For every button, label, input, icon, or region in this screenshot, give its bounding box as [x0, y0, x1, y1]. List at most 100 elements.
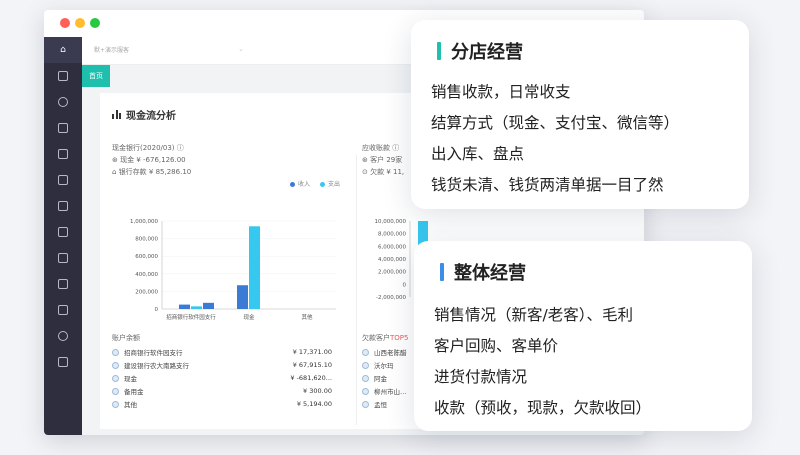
- x-tick-label: 现金: [243, 313, 255, 321]
- window-controls: [60, 18, 100, 28]
- sidebar-item-home[interactable]: ⌂: [44, 37, 82, 63]
- card-branch-line: 销售收款，日常收支: [431, 83, 571, 101]
- minimize-dot[interactable]: [75, 18, 85, 28]
- account-row[interactable]: 其他 ¥ 5,194.00: [112, 399, 332, 409]
- sidebar-item-store[interactable]: [44, 141, 82, 167]
- card-overall-line: 进货付款情况: [434, 368, 528, 386]
- y-tick-label: 2,000,000: [378, 270, 406, 276]
- help-icon[interactable]: ⓘ: [392, 144, 399, 152]
- debt-top-badge: TOP5: [390, 334, 409, 342]
- card-overall-title: 整体经营: [440, 259, 526, 285]
- printer-icon: [58, 227, 68, 237]
- account-name: 招商银行软件园支行: [124, 349, 183, 357]
- sidebar-item-stats[interactable]: [44, 89, 82, 115]
- sidebar-item-bag[interactable]: [44, 115, 82, 141]
- customer-icon: [362, 400, 369, 408]
- bank-icon: [112, 361, 119, 369]
- card-branch-title-text: 分店经营: [451, 42, 523, 63]
- gift-icon: [58, 71, 68, 81]
- debtor-name: 阿金: [374, 375, 387, 383]
- panel-title-text: 现金流分析: [126, 111, 176, 122]
- account-name: 备用金: [124, 388, 144, 396]
- card-branch-line: 钱货未清、钱货两清单据一目了然: [431, 176, 664, 194]
- debt-amount: 欠款 ¥ 11,: [370, 168, 405, 176]
- account-name: 其他: [124, 401, 137, 409]
- id-card-icon: [58, 305, 68, 315]
- legend-income-label: 收入: [298, 181, 311, 188]
- tab-home[interactable]: 首页: [82, 65, 110, 87]
- sidebar-item-settings[interactable]: [44, 323, 82, 349]
- debt-title: 欠款客户TOP5: [362, 333, 408, 343]
- accounts-title: 账户余额: [112, 334, 140, 342]
- bar-chart-icon: [112, 110, 121, 119]
- y-tick-label: 4,000,000: [378, 257, 406, 263]
- sidebar-item-id[interactable]: [44, 297, 82, 323]
- receivable-heading: 应收账款 ⓘ: [362, 143, 399, 153]
- debt-row: ⊙ 欠款 ¥ 11,: [362, 167, 404, 177]
- sidebar-item-doc[interactable]: [44, 193, 82, 219]
- bank-row: ⌂ 银行存款 ¥ 85,286.10: [112, 167, 191, 177]
- account-row[interactable]: 建设银行农大南路支行 ¥ 67,915.10: [112, 360, 332, 370]
- account-amount: ¥ 300.00: [303, 387, 332, 395]
- receivable-heading-text: 应收账款: [362, 144, 390, 152]
- account-amount: ¥ 17,371.00: [292, 348, 332, 356]
- y-tick-label: -2,000,000: [376, 295, 406, 301]
- customer-icon: [362, 387, 369, 395]
- cash-label: 现金: [120, 156, 135, 164]
- card-overall-line: 销售情况（新客/老客）、毛利: [434, 306, 633, 324]
- account-row[interactable]: 备用金 ¥ 300.00: [112, 386, 332, 396]
- store-select[interactable]: 默+演示服客 ⌄: [94, 45, 244, 59]
- report-icon: [58, 357, 68, 367]
- chart-icon: [58, 97, 68, 107]
- sidebar-item-clipboard[interactable]: [44, 271, 82, 297]
- cash-heading: 现金银行(2020/03) ⓘ: [112, 143, 184, 153]
- cash-heading-text: 现金银行(2020/03): [112, 144, 175, 152]
- legend-expense: 支出: [320, 179, 340, 188]
- panel-divider: [356, 155, 357, 425]
- help-icon[interactable]: ⓘ: [177, 144, 184, 152]
- sidebar-item-lock[interactable]: [44, 167, 82, 193]
- debt-title-text: 欠款客户: [362, 334, 390, 342]
- sidebar-item-book[interactable]: [44, 245, 82, 271]
- customer-count: 客户 29家: [370, 156, 403, 164]
- bank-icon: [112, 374, 119, 382]
- debtor-name: 孟恒: [374, 401, 387, 409]
- bank-icon: ⌂: [112, 168, 117, 176]
- account-row[interactable]: 现金 ¥ -681,620...: [112, 373, 332, 383]
- bag-icon: [58, 123, 68, 133]
- card-overall: 整体经营 销售情况（新客/老客）、毛利 客户回购、客单价 进货付款情况 收款（预…: [414, 241, 752, 431]
- y-tick-label: 6,000,000: [378, 244, 406, 250]
- y-tick-label: 8,000,000: [378, 232, 406, 238]
- chart-legend: 收入 支出: [290, 179, 340, 188]
- customer-icon: [362, 374, 369, 382]
- legend-income: 收入: [290, 179, 310, 188]
- card-overall-title-text: 整体经营: [454, 263, 526, 284]
- y-tick-label: 0: [155, 307, 159, 313]
- store-select-value: 默+演示服客: [94, 47, 130, 54]
- account-row[interactable]: 招商银行软件园支行 ¥ 17,371.00: [112, 347, 332, 357]
- card-branch: 分店经营 销售收款，日常收支 结算方式（现金、支付宝、微信等） 出入库、盘点 钱…: [411, 20, 749, 209]
- bar-income: [237, 285, 248, 309]
- bar-expense: [249, 226, 260, 309]
- sidebar-item-print[interactable]: [44, 219, 82, 245]
- debt-icon: ⊙: [362, 168, 368, 176]
- accent-bar: [440, 263, 444, 281]
- panel-title: 现金流分析: [112, 107, 176, 122]
- lock-icon: [58, 175, 68, 185]
- store-icon: [58, 149, 68, 159]
- sidebar-item-gift[interactable]: [44, 63, 82, 89]
- bank-icon: [112, 400, 119, 408]
- document-icon: [58, 201, 68, 211]
- maximize-dot[interactable]: [90, 18, 100, 28]
- card-overall-line: 收款（预收，现款，欠款收回）: [434, 399, 652, 417]
- bank-icon: [112, 348, 119, 356]
- sidebar: ⌂: [44, 37, 82, 435]
- sidebar-item-report[interactable]: [44, 349, 82, 375]
- y-tick-label: 1,000,000: [130, 219, 158, 225]
- bank-icon: [112, 387, 119, 395]
- y-tick-label: 10,000,000: [375, 219, 407, 225]
- account-amount: ¥ 5,194.00: [296, 400, 332, 408]
- accent-bar: [437, 42, 441, 60]
- gear-icon: [58, 331, 68, 341]
- close-dot[interactable]: [60, 18, 70, 28]
